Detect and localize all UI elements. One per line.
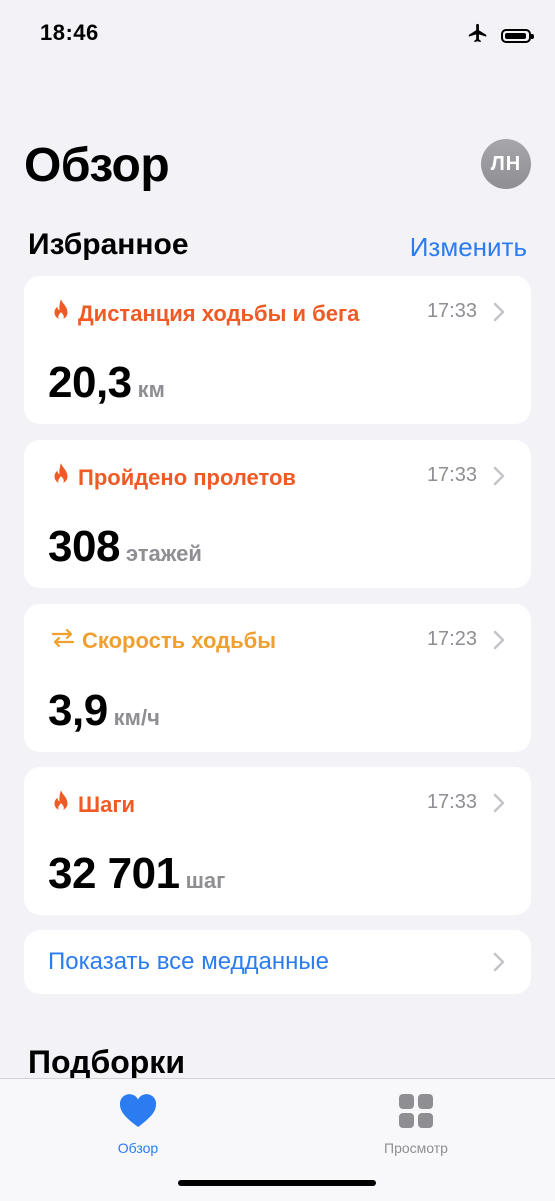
card-value-row: 3,9 км/ч: [48, 686, 160, 736]
card-header: Пройдено пролетов: [50, 462, 296, 493]
favorite-card-steps[interactable]: Шаги 17:33 32 701 шаг: [24, 767, 531, 915]
show-all-health-data-button[interactable]: Показать все медданные: [24, 930, 531, 994]
page-title: Обзор: [24, 139, 170, 192]
card-title: Шаги: [78, 791, 136, 817]
card-value: 32 701: [48, 849, 180, 898]
show-all-label: Показать все медданные: [48, 948, 329, 975]
favorite-card-flights-climbed[interactable]: Пройдено пролетов 17:33 308 этажей: [24, 440, 531, 588]
tab-browse[interactable]: Просмотр: [336, 1093, 496, 1156]
status-icons: [467, 22, 534, 49]
flame-icon: [50, 298, 72, 329]
tab-label: Просмотр: [384, 1140, 448, 1156]
edit-favorites-button[interactable]: Изменить: [410, 232, 527, 263]
tab-label: Обзор: [117, 1140, 159, 1156]
card-header: Скорость ходьбы: [50, 626, 276, 655]
favorite-card-walking-speed[interactable]: Скорость ходьбы 17:23 3,9 км/ч: [24, 604, 531, 752]
card-unit: шаг: [185, 868, 226, 893]
grid-icon: [398, 1093, 434, 1134]
card-time: 17:33: [426, 791, 477, 813]
battery-icon: [501, 28, 534, 43]
card-value-row: 308 этажей: [48, 522, 202, 572]
card-unit: км/ч: [113, 705, 160, 730]
collections-section-title: Подборки: [28, 1044, 185, 1080]
chevron-right-icon: [493, 466, 505, 491]
avatar[interactable]: ЛН: [481, 139, 531, 189]
card-value-row: 32 701 шаг: [48, 849, 225, 899]
card-header: Шаги: [50, 789, 135, 820]
card-value: 3,9: [48, 686, 108, 735]
flame-icon: [50, 462, 72, 493]
chevron-right-icon: [493, 952, 505, 977]
card-time: 17:23: [426, 628, 477, 650]
tab-summary[interactable]: Обзор: [58, 1093, 218, 1156]
card-time: 17:33: [426, 300, 477, 322]
card-title: Дистанция ходьбы и бега: [78, 300, 360, 326]
status-time: 18:46: [40, 20, 99, 45]
card-title: Скорость ходьбы: [82, 627, 276, 653]
arrows-swap-icon: [50, 626, 76, 655]
chevron-right-icon: [493, 793, 505, 818]
heart-icon: [118, 1093, 158, 1134]
favorites-section-title: Избранное: [28, 228, 189, 261]
flame-icon: [50, 789, 72, 820]
chevron-right-icon: [493, 302, 505, 327]
card-value: 20,3: [48, 358, 132, 407]
card-unit: этажей: [125, 541, 202, 566]
card-value-row: 20,3 км: [48, 358, 165, 408]
favorite-card-walking-distance[interactable]: Дистанция ходьбы и бега 17:33 20,3 км: [24, 276, 531, 424]
home-indicator: [178, 1180, 376, 1186]
card-value: 308: [48, 522, 120, 571]
card-header: Дистанция ходьбы и бега: [50, 298, 359, 329]
chevron-right-icon: [493, 630, 505, 655]
status-bar: 18:46: [0, 0, 555, 66]
card-unit: км: [137, 377, 165, 402]
airplane-icon: [467, 22, 489, 49]
card-title: Пройдено пролетов: [78, 464, 296, 490]
card-time: 17:33: [426, 464, 477, 486]
